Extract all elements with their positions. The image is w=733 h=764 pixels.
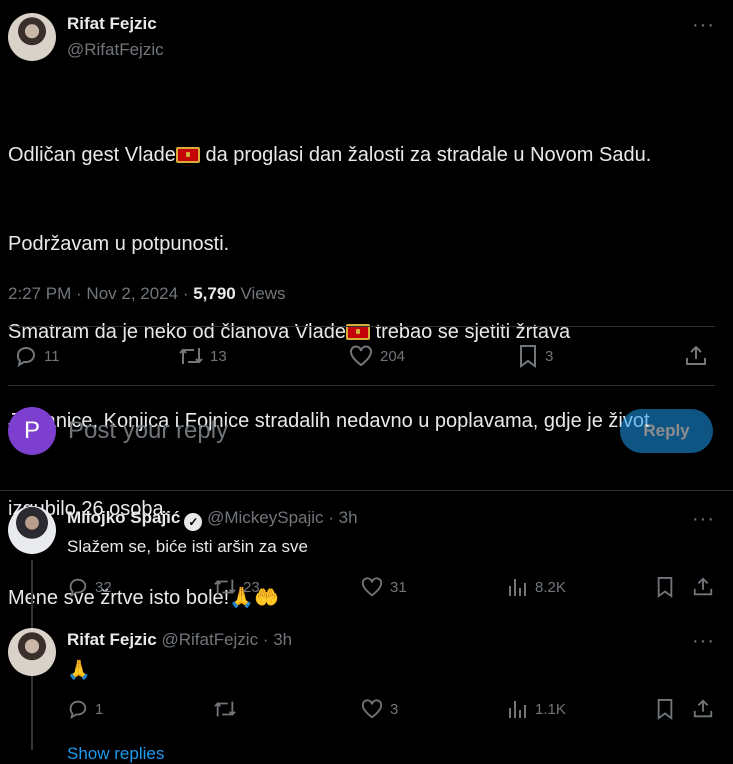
show-replies-link[interactable]: Show replies [67, 744, 164, 764]
views-label: Views [235, 284, 286, 303]
reply-input[interactable]: Post your reply [68, 415, 598, 447]
like-action[interactable]: 3 [360, 698, 398, 720]
analytics-icon [507, 698, 529, 720]
like-action[interactable]: 204 [348, 344, 405, 368]
divider [8, 385, 715, 386]
repost-icon [178, 344, 204, 368]
bookmark-action[interactable]: 3 [517, 344, 553, 368]
share-action[interactable] [692, 576, 714, 598]
share-icon [692, 698, 714, 720]
repost-icon [213, 698, 237, 720]
reply-avatar[interactable] [8, 628, 56, 676]
reply-header: Milojko Spajić ✓ @MickeySpajic · 3h [67, 508, 358, 531]
reply-author-name[interactable]: Milojko Spajić [67, 508, 180, 527]
reply-author-handle[interactable]: @MickeySpajic [207, 508, 323, 527]
more-options-icon[interactable]: ··· [692, 14, 715, 37]
repost-action[interactable]: 23 [213, 576, 260, 598]
reply-action[interactable]: 32 [67, 576, 112, 598]
bookmark-action[interactable] [655, 698, 675, 720]
heart-icon [360, 698, 384, 720]
bookmark-icon [655, 698, 675, 720]
views-action[interactable]: 8.2K [507, 576, 566, 598]
repost-action[interactable]: 13 [178, 344, 227, 368]
montenegro-flag-icon [175, 147, 200, 163]
reply-text: 🙏 [67, 660, 91, 681]
bookmark-action[interactable] [655, 576, 675, 598]
reply-time[interactable]: · 3h [324, 508, 357, 527]
views-count: 5,790 [193, 284, 236, 303]
heart-icon [348, 344, 374, 368]
reply-icon [67, 576, 89, 598]
reply-icon [67, 698, 89, 720]
like-action[interactable]: 31 [360, 576, 407, 598]
heart-icon [360, 576, 384, 598]
reply-icon [14, 344, 38, 368]
reply-text: Slažem se, biće isti aršin za sve [67, 537, 308, 556]
reply-author-handle[interactable]: @RifatFejzic [161, 630, 258, 649]
share-action[interactable] [692, 698, 714, 720]
bookmark-icon [517, 344, 539, 368]
author-handle[interactable]: @RifatFejzic [67, 40, 164, 60]
share-icon [692, 576, 714, 598]
author-name[interactable]: Rifat Fejzic [67, 14, 157, 34]
divider [0, 490, 733, 491]
divider [8, 326, 715, 327]
tweet-time[interactable]: 2:27 PM · Nov 2, 2024 · [8, 284, 193, 303]
analytics-icon [507, 576, 529, 598]
repost-icon [213, 576, 237, 598]
verified-badge-icon: ✓ [184, 513, 203, 531]
reply-header: Rifat Fejzic @RifatFejzic · 3h [67, 630, 292, 650]
reply-author-name[interactable]: Rifat Fejzic [67, 630, 157, 649]
more-options-icon[interactable]: ··· [692, 508, 715, 531]
tweet-meta: 2:27 PM · Nov 2, 2024 · 5,790 Views [8, 284, 286, 304]
share-action[interactable] [684, 344, 708, 368]
bookmark-icon [655, 576, 675, 598]
reply-time[interactable]: · 3h [258, 630, 292, 649]
more-options-icon[interactable]: ··· [692, 630, 715, 653]
author-avatar[interactable] [8, 13, 56, 61]
composer-avatar: P [8, 407, 56, 455]
reply-button[interactable]: Reply [620, 409, 713, 453]
repost-action[interactable] [213, 698, 243, 720]
reply-avatar[interactable] [8, 506, 56, 554]
reply-action[interactable]: 11 [14, 344, 60, 368]
views-action[interactable]: 1.1K [507, 698, 566, 720]
share-icon [684, 344, 708, 368]
reply-action[interactable]: 1 [67, 698, 103, 720]
